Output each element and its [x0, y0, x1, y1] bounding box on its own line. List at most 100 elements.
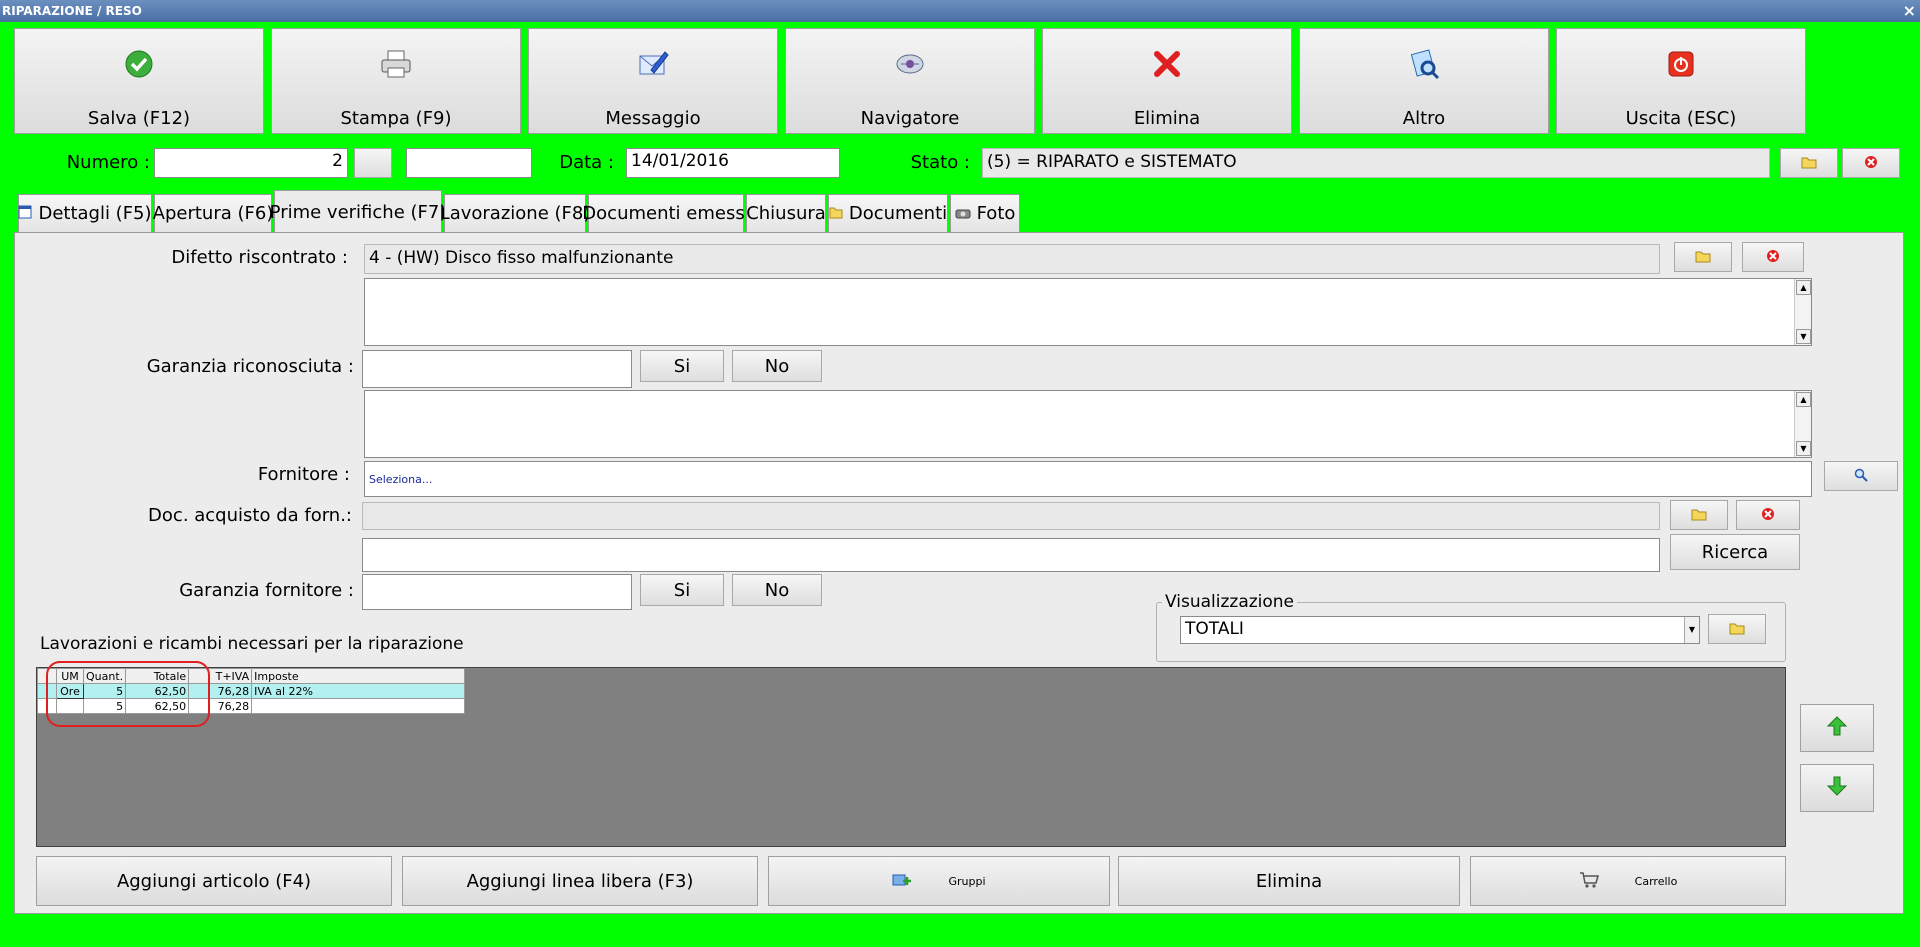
garanzia-fornitore-no-button[interactable]: No [732, 574, 822, 606]
doc-browse-button[interactable] [1670, 500, 1728, 530]
tab-apertura-label: Apertura (F6) [152, 203, 274, 224]
delete-button[interactable]: Elimina [1042, 28, 1292, 134]
folder-icon [1801, 153, 1817, 174]
printer-icon [379, 49, 413, 84]
tab-foto[interactable]: Foto [950, 194, 1020, 232]
data-label: Data : [559, 152, 614, 173]
stato-browse-button[interactable] [1780, 148, 1838, 178]
difetto-notes-scrollbar[interactable]: ▲ ▼ [1794, 279, 1811, 345]
clear-icon [1766, 247, 1780, 268]
details-icon [18, 203, 32, 224]
add-article-label: Aggiungi articolo (F4) [116, 870, 312, 892]
save-button[interactable]: Salva (F12) [14, 28, 264, 134]
print-button[interactable]: Stampa (F9) [271, 28, 521, 134]
add-article-button[interactable]: Aggiungi articolo (F4) [36, 856, 392, 906]
groups-button[interactable]: Gruppi [768, 856, 1110, 906]
cart-button[interactable]: Carrello [1470, 856, 1786, 906]
more-label: Altro [1402, 108, 1446, 129]
more-icon [1408, 48, 1440, 85]
scroll-up-icon[interactable]: ▲ [1796, 392, 1811, 407]
scroll-up-icon[interactable]: ▲ [1796, 280, 1811, 295]
exit-icon [1668, 51, 1694, 82]
doc-clear-button[interactable] [1736, 500, 1800, 530]
lavorazioni-grid[interactable]: UM Quant. Totale T+IVA Imposte Ore 5 62,… [36, 667, 1786, 847]
chevron-down-icon[interactable]: ▼ [1684, 617, 1699, 643]
column-header-imposte[interactable]: Imposte [251, 668, 465, 684]
garanzia-notes-textarea[interactable]: ▲ ▼ [364, 390, 1812, 458]
fornitore-search-button[interactable] [1824, 461, 1898, 491]
arrow-up-icon [1826, 715, 1848, 742]
ricerca-button[interactable]: Ricerca [1670, 534, 1800, 570]
fornitore-label: Fornitore : [257, 464, 350, 485]
folder-icon [1729, 619, 1745, 640]
cart-label: Carrello [1634, 874, 1678, 888]
doc-acquisto-label: Doc. acquisto da forn.: [148, 505, 352, 526]
move-up-button[interactable] [1800, 704, 1874, 752]
fornitore-select[interactable]: Seleziona... [364, 461, 1812, 497]
garanzia-notes-scrollbar[interactable]: ▲ ▼ [1794, 391, 1811, 457]
move-down-button[interactable] [1800, 764, 1874, 812]
stato-clear-button[interactable] [1842, 148, 1900, 178]
numero-extra-button[interactable] [354, 148, 392, 178]
navigator-icon [895, 49, 925, 84]
garanzia-fornitore-field[interactable] [362, 574, 632, 610]
tab-chiusura[interactable]: Chiusura [746, 194, 826, 232]
garanzia-fornitore-si-button[interactable]: Si [640, 574, 724, 606]
tab-dettagli[interactable]: Dettagli (F5) [18, 194, 152, 232]
numero-suffix-field[interactable] [406, 148, 532, 178]
tab-chiusura-label: Chiusura [746, 203, 826, 224]
garanzia-fornitore-label: Garanzia fornitore : [179, 580, 354, 601]
scroll-down-icon[interactable]: ▼ [1796, 441, 1811, 456]
camera-icon [955, 203, 971, 224]
tab-lavorazione[interactable]: Lavorazione (F8) [440, 194, 590, 232]
tab-prime-verifiche-label: Prime verifiche (F7) [269, 201, 447, 223]
tab-prime-verifiche[interactable]: Prime verifiche (F7) [270, 190, 446, 233]
data-field[interactable]: 14/01/2016 [626, 148, 840, 178]
doc-search-field[interactable] [362, 538, 1660, 572]
delete-icon [1152, 49, 1182, 84]
scroll-down-icon[interactable]: ▼ [1796, 329, 1811, 344]
exit-button[interactable]: Uscita (ESC) [1556, 28, 1806, 134]
cell-imposte[interactable]: IVA al 22% [251, 683, 465, 699]
stato-label: Stato : [910, 152, 970, 173]
garanzia-no-button[interactable]: No [732, 350, 822, 382]
cell-imposte[interactable] [251, 698, 465, 714]
difetto-notes-textarea[interactable]: ▲ ▼ [364, 278, 1812, 346]
window-title: RIPARAZIONE / RESO [2, 4, 142, 18]
groups-add-icon [892, 872, 912, 891]
difetto-clear-button[interactable] [1742, 242, 1804, 272]
difetto-field: 4 - (HW) Disco fisso malfunzionante [364, 244, 1660, 274]
navigator-button[interactable]: Navigatore [785, 28, 1035, 134]
navigator-label: Navigatore [860, 108, 960, 129]
delete-label: Elimina [1133, 108, 1201, 129]
tab-apertura[interactable]: Apertura (F6) [152, 194, 274, 232]
more-button[interactable]: Altro [1299, 28, 1549, 134]
highlight-annotation [46, 661, 210, 727]
message-icon [637, 48, 669, 85]
add-free-line-button[interactable]: Aggiungi linea libera (F3) [402, 856, 758, 906]
message-button[interactable]: Messaggio [528, 28, 778, 134]
garanzia-field[interactable] [362, 350, 632, 388]
folder-icon [829, 203, 843, 224]
visualizzazione-browse-button[interactable] [1708, 614, 1766, 644]
cart-icon [1579, 871, 1599, 892]
tab-documenti[interactable]: Documenti [828, 194, 948, 232]
folder-icon [1695, 247, 1711, 268]
print-label: Stampa (F9) [340, 108, 452, 129]
visualizzazione-select[interactable]: TOTALI ▼ [1180, 616, 1700, 644]
exit-label: Uscita (ESC) [1625, 108, 1737, 129]
lavorazioni-label: Lavorazioni e ricambi necessari per la r… [40, 634, 464, 654]
add-free-line-label: Aggiungi linea libera (F3) [466, 870, 694, 892]
window-close-button[interactable]: × [1903, 0, 1916, 22]
arrow-down-icon [1826, 775, 1848, 802]
doc-acquisto-field [362, 502, 1660, 530]
tab-documenti-emessi[interactable]: Documenti emessi [582, 194, 750, 232]
tab-foto-label: Foto [976, 203, 1016, 224]
difetto-browse-button[interactable] [1674, 242, 1732, 272]
numero-field[interactable]: 2 [154, 148, 348, 178]
check-icon [124, 49, 154, 84]
window-titlebar: RIPARAZIONE / RESO × [0, 0, 1920, 22]
delete-row-button[interactable]: Elimina [1118, 856, 1460, 906]
stato-field: (5) = RIPARATO e SISTEMATO [982, 148, 1770, 178]
garanzia-si-button[interactable]: Si [640, 350, 724, 382]
